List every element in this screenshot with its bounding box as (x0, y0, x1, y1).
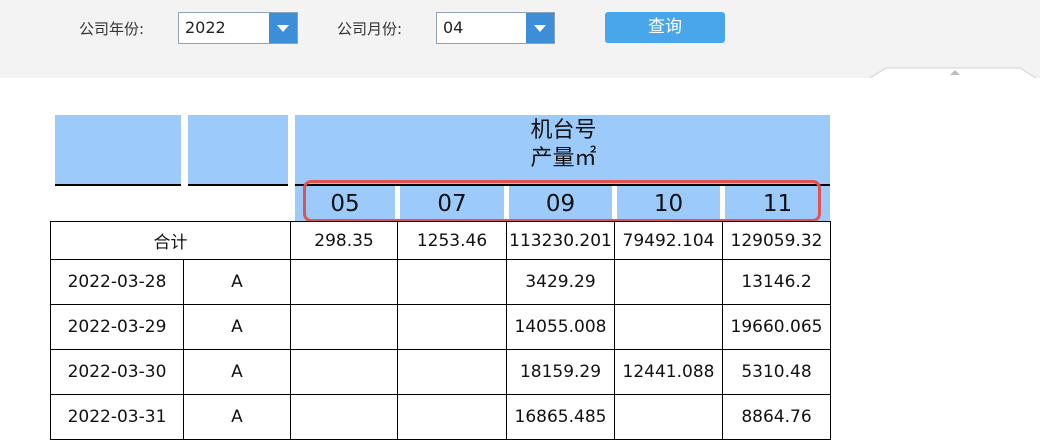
value-cell (614, 259, 723, 305)
header-divider (188, 184, 288, 186)
machine-header-line2: 产量㎡ (530, 146, 597, 171)
header-blank-cell-2 (188, 115, 288, 185)
value-cell: 12441.088 (614, 349, 723, 395)
shift-cell: A (183, 259, 291, 305)
total-row: 合计 298.35 1253.46 113230.201 79492.104 1… (50, 221, 831, 260)
value-cell (290, 394, 398, 440)
table-row: 2022-03-29 A 14055.008 19660.065 (50, 304, 831, 350)
collapse-panel-tab[interactable] (868, 66, 1038, 78)
value-cell: 16865.485 (506, 394, 615, 440)
value-cell: 13146.2 (722, 259, 831, 305)
value-cell (290, 259, 398, 305)
year-select[interactable]: 2022 (178, 12, 298, 44)
total-cell: 298.35 (290, 221, 398, 260)
shift-cell: A (183, 304, 291, 350)
value-cell: 8864.76 (722, 394, 831, 440)
value-cell (290, 349, 398, 395)
value-cell (614, 394, 723, 440)
date-cell: 2022-03-30 (50, 349, 184, 395)
month-select-value: 04 (443, 18, 464, 37)
value-cell (614, 304, 723, 350)
query-button[interactable]: 查询 (605, 12, 725, 43)
highlight-box (303, 180, 821, 222)
total-cell: 79492.104 (614, 221, 723, 260)
table-row: 2022-03-31 A 16865.485 8864.76 (50, 394, 831, 440)
date-cell: 2022-03-28 (50, 259, 184, 305)
total-label: 合计 (50, 221, 291, 260)
chevron-down-icon (277, 25, 289, 32)
value-cell: 19660.065 (722, 304, 831, 350)
value-cell: 18159.29 (506, 349, 615, 395)
year-label: 公司年份: (79, 20, 145, 38)
date-cell: 2022-03-29 (50, 304, 184, 350)
shift-cell: A (183, 394, 291, 440)
machine-header-line1: 机台号 (530, 118, 597, 143)
total-cell: 129059.32 (722, 221, 831, 260)
year-select-value: 2022 (185, 18, 226, 37)
table-row: 2022-03-30 A 18159.29 12441.088 5310.48 (50, 349, 831, 395)
date-cell: 2022-03-31 (50, 394, 184, 440)
year-dropdown-button[interactable] (269, 13, 297, 43)
filter-bar: 公司年份: 2022 公司月份: 04 查询 (0, 0, 1040, 78)
table-row: 2022-03-28 A 3429.29 13146.2 (50, 259, 831, 305)
value-cell (397, 394, 507, 440)
value-cell: 14055.008 (506, 304, 615, 350)
shift-cell: A (183, 349, 291, 395)
value-cell (290, 304, 398, 350)
value-cell: 5310.48 (722, 349, 831, 395)
total-cell: 1253.46 (397, 221, 507, 260)
total-cell: 113230.201 (506, 221, 615, 260)
chevron-down-icon (534, 25, 546, 32)
machine-header-title: 机台号 产量㎡ (297, 117, 830, 173)
month-select[interactable]: 04 (436, 12, 555, 44)
value-cell: 3429.29 (506, 259, 615, 305)
month-label: 公司月份: (337, 20, 403, 38)
production-table: 合计 298.35 1253.46 113230.201 79492.104 1… (50, 221, 831, 440)
header-divider (55, 184, 181, 186)
month-dropdown-button[interactable] (526, 13, 554, 43)
value-cell (397, 259, 507, 305)
value-cell (397, 349, 507, 395)
header-blank-cell-1 (55, 115, 181, 185)
value-cell (397, 304, 507, 350)
